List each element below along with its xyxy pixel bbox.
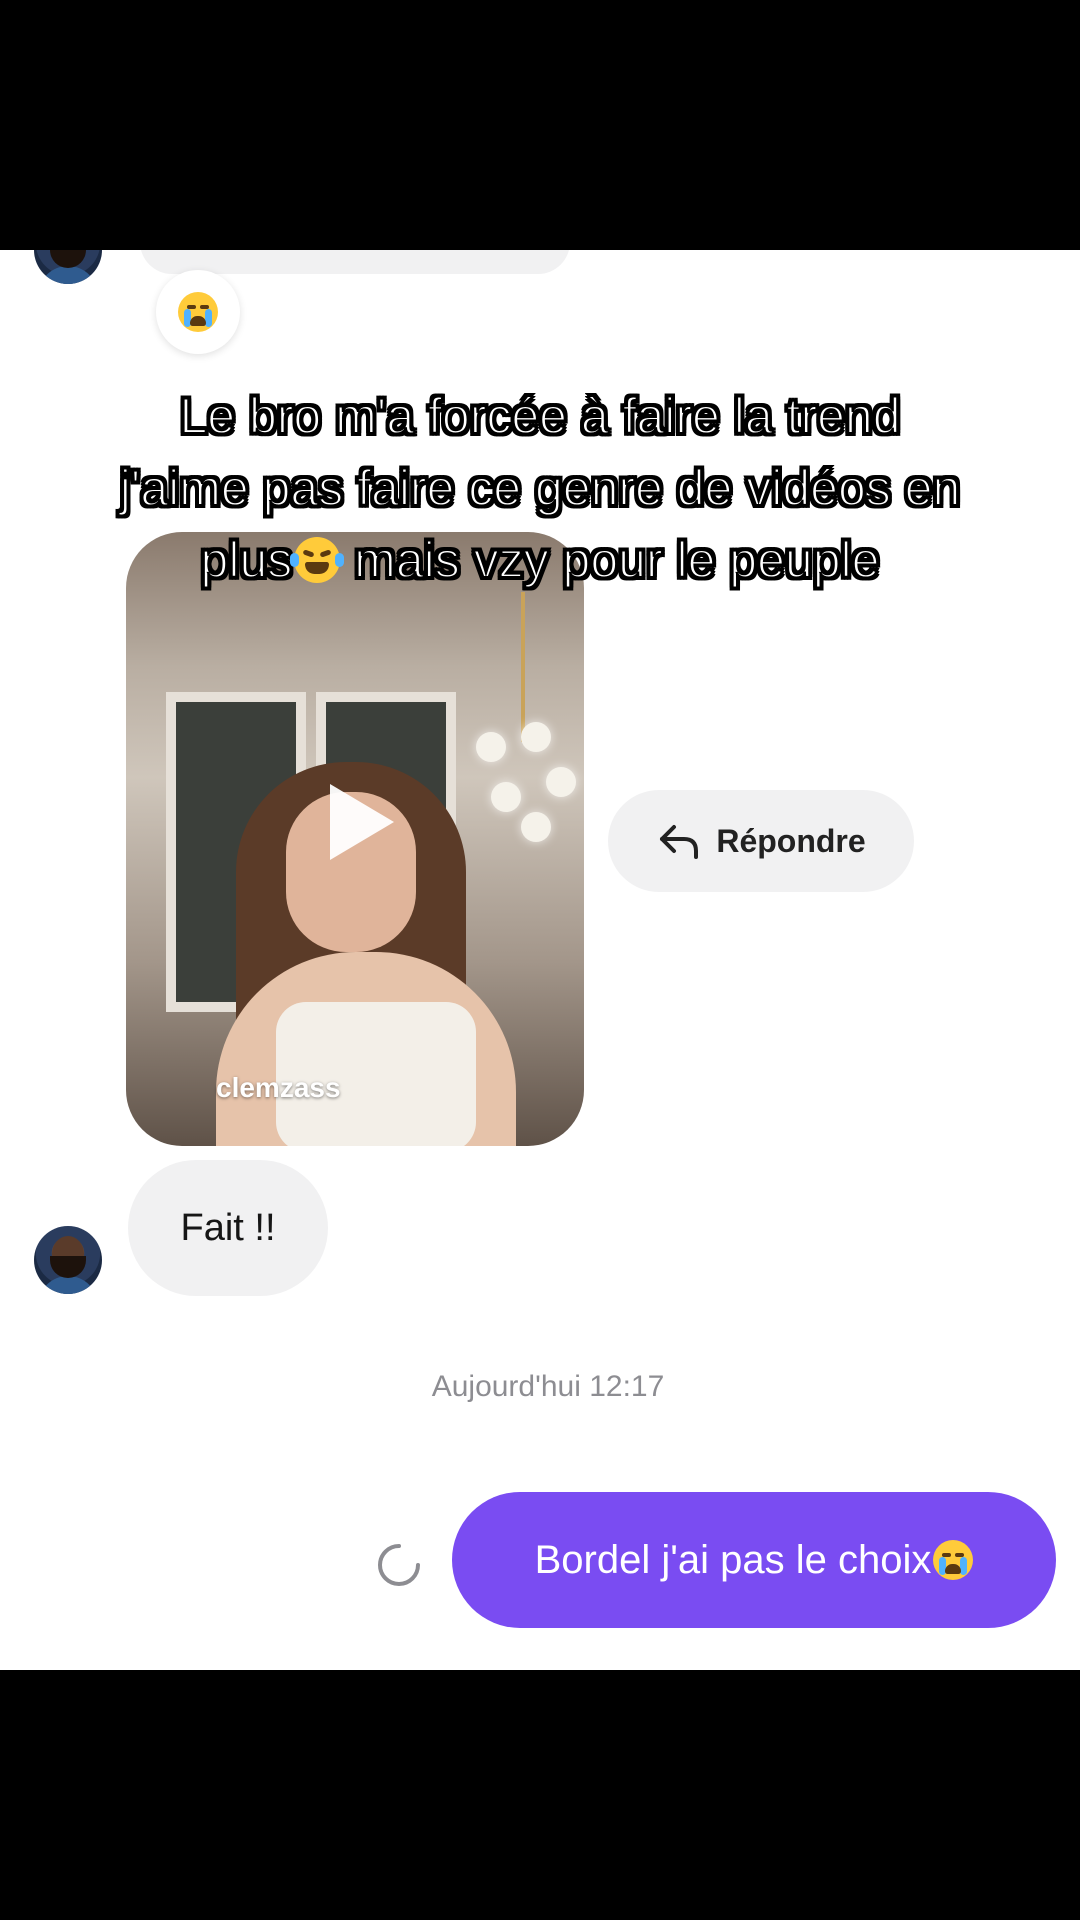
- contact-avatar[interactable]: [34, 250, 102, 284]
- incoming-message-bubble[interactable]: Fait !!: [128, 1160, 328, 1296]
- contact-avatar[interactable]: [34, 1226, 102, 1294]
- reaction-badge[interactable]: [156, 270, 240, 354]
- caption-line-2: j'aime pas faire ce genre de vidéos en: [119, 459, 962, 517]
- sending-spinner-icon: [378, 1544, 420, 1586]
- caption-line-3-end: mais vzy pour le peuple: [340, 531, 880, 589]
- reply-label: Répondre: [716, 822, 866, 859]
- loudly-crying-face-icon: [178, 292, 218, 332]
- loudly-crying-face-icon: [933, 1540, 974, 1580]
- video-caption-overlay: Le bro m'a forcée à faire la trend j'aim…: [40, 380, 1040, 596]
- caption-line-1: Le bro m'a forcée à faire la trend: [178, 387, 901, 445]
- caption-line-3-start: plus: [200, 531, 294, 589]
- outgoing-message-text: Bordel j'ai pas le choix: [534, 1537, 932, 1582]
- reply-arrow-icon: [660, 825, 699, 859]
- outgoing-message-bubble[interactable]: Bordel j'ai pas le choix: [452, 1492, 1056, 1628]
- laughing-tears-face-icon: [290, 537, 345, 583]
- shared-video-card[interactable]: clemzass: [126, 532, 584, 1146]
- message-timestamp: Aujourd'hui 12:17: [431, 1370, 665, 1403]
- reply-button[interactable]: Répondre: [608, 790, 914, 892]
- video-username: clemzass: [216, 1072, 341, 1103]
- play-icon[interactable]: [330, 784, 394, 860]
- caption-line-3: plus mais vzy pour le peuple: [40, 524, 1040, 596]
